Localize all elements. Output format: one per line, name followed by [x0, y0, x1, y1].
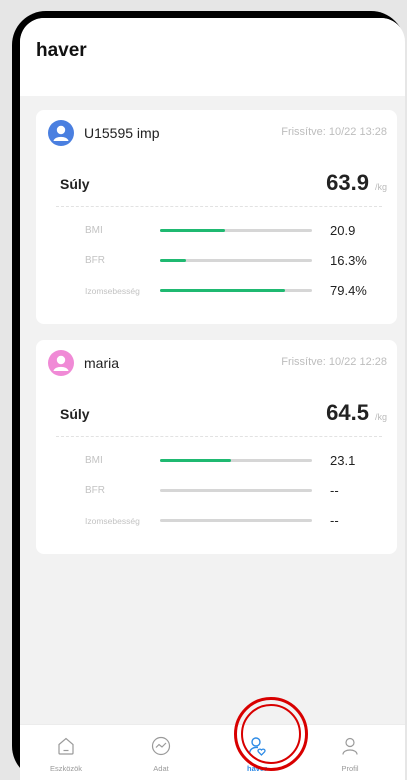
metric-row-muscle: Izomsebesség --: [36, 512, 397, 532]
tab-adat[interactable]: Adat: [121, 725, 201, 780]
metric-value: 20.9: [330, 223, 356, 238]
weight-value: 63.9: [326, 170, 369, 195]
avatar: [48, 350, 74, 376]
metric-value: --: [330, 513, 339, 528]
metric-value: 23.1: [330, 453, 356, 468]
metric-value: 16.3%: [330, 253, 367, 268]
friend-name: U15595 imp: [84, 125, 160, 141]
metric-label: BMI: [85, 225, 103, 236]
metric-row-bmi: BMI 23.1: [36, 452, 397, 472]
metric-bar: [160, 459, 312, 462]
updated-time: Frissítve: 10/22 12:28: [281, 356, 387, 368]
metric-bar-fill: [160, 229, 226, 232]
card-header: U15595 imp Frissítve: 10/22 13:28: [36, 110, 397, 152]
metric-row-bmi: BMI 20.9: [36, 222, 397, 242]
updated-time: Frissítve: 10/22 13:28: [281, 126, 387, 138]
metric-bar: [160, 489, 312, 492]
metric-label: BMI: [85, 455, 103, 466]
header: haver: [20, 18, 405, 96]
weight-label: Súly: [60, 176, 90, 192]
metric-bar: [160, 519, 312, 522]
friend-name: maria: [84, 355, 120, 371]
chart-circle-icon: [151, 736, 171, 756]
person-icon: [342, 737, 358, 755]
divider: [56, 436, 382, 437]
metric-label: BFR: [85, 485, 105, 496]
metric-bar: [160, 289, 312, 292]
metric-row-muscle: Izomsebesség 79.4%: [36, 282, 397, 302]
weight-value: 64.5: [326, 400, 369, 425]
metric-value: --: [330, 483, 339, 498]
metric-bar-fill: [160, 259, 186, 262]
metric-row-bfr: BFR 16.3%: [36, 252, 397, 272]
metric-bar-fill: [160, 289, 285, 292]
bottom-tab-bar: Eszközök Adat haver Profil: [20, 724, 405, 780]
metric-label: Izomsebesség: [85, 516, 140, 526]
user-avatar-icon: [48, 120, 74, 146]
user-avatar-icon: [48, 350, 74, 376]
metric-bar-fill: [160, 459, 232, 462]
tab-label: Adat: [153, 764, 169, 773]
app-screen: ··· haver U15595 imp Frissítve: 10/22 13…: [20, 18, 405, 780]
weight-unit: /kg: [374, 412, 387, 422]
divider: [56, 206, 382, 207]
metric-value: 79.4%: [330, 283, 367, 298]
card-header: maria Frissítve: 10/22 12:28: [36, 340, 397, 382]
weight-label: Súly: [60, 406, 90, 422]
highlight-circle: [234, 697, 308, 771]
weight-row: Súly 63.9 /kg: [36, 168, 397, 200]
friend-card[interactable]: U15595 imp Frissítve: 10/22 13:28 Súly 6…: [36, 110, 397, 324]
friend-card[interactable]: maria Frissítve: 10/22 12:28 Súly 64.5 /…: [36, 340, 397, 554]
metric-label: BFR: [85, 255, 105, 266]
tab-eszkozok[interactable]: Eszközök: [26, 725, 106, 780]
weight-row: Súly 64.5 /kg: [36, 398, 397, 430]
metric-label: Izomsebesség: [85, 286, 140, 296]
tab-label: Eszközök: [49, 764, 83, 773]
metric-row-bfr: BFR --: [36, 482, 397, 502]
tab-profil[interactable]: Profil: [310, 725, 390, 780]
metric-bar: [160, 259, 312, 262]
page-title: haver: [36, 40, 87, 61]
tab-label: Profil: [341, 764, 359, 773]
avatar: [48, 120, 74, 146]
home-icon: [58, 737, 74, 755]
weight-unit: /kg: [374, 182, 387, 192]
metric-bar: [160, 229, 312, 232]
